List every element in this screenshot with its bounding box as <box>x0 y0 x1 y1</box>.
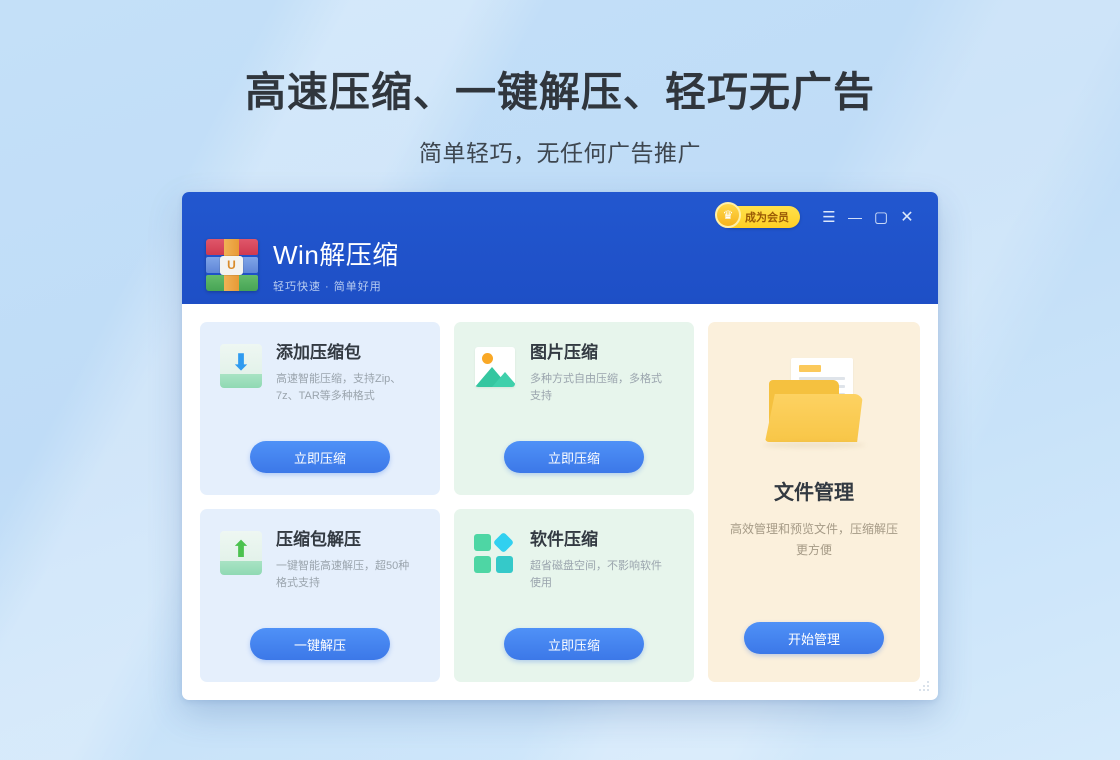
card-title: 添加压缩包 <box>276 343 361 362</box>
page-subtitle: 简单轻巧，无任何广告推广 <box>419 140 701 166</box>
minimize-icon[interactable]: — <box>842 204 868 230</box>
tiles-icon <box>474 531 516 577</box>
panel-description: 高效管理和预览文件，压缩解压更方便 <box>730 522 899 557</box>
close-icon[interactable]: ✕ <box>894 204 920 230</box>
card-title: 图片压缩 <box>530 343 598 362</box>
maximize-icon[interactable]: ▢ <box>868 204 894 230</box>
start-manage-button[interactable]: 开始管理 <box>744 622 884 654</box>
brand: U Win解压缩 轻巧快速 · 简单好用 <box>206 235 399 294</box>
page-title: 高速压缩、一键解压、轻巧无广告 <box>245 69 875 115</box>
archive-download-icon: ⬇ <box>220 344 262 390</box>
compress-now-button[interactable]: 立即压缩 <box>504 628 644 660</box>
titlebar-controls: ♛ 成为会员 ☰ — ▢ ✕ <box>715 202 920 230</box>
file-manager-panel[interactable]: 文件管理 高效管理和预览文件，压缩解压更方便 开始管理 <box>708 322 920 682</box>
app-window: U Win解压缩 轻巧快速 · 简单好用 ♛ 成为会员 ☰ — ▢ ✕ ⬇ 添加… <box>182 192 938 700</box>
resize-grip-icon[interactable] <box>918 681 930 693</box>
card-add-archive[interactable]: ⬇ 添加压缩包 高速智能压缩，支持Zip、7z、TAR等多种格式 立即压缩 <box>200 322 440 495</box>
crown-icon: ♛ <box>715 202 741 228</box>
brand-subtitle: 轻巧快速 · 简单好用 <box>273 281 382 293</box>
archive-upload-icon: ⬆ <box>220 531 262 577</box>
card-description: 多种方式自由压缩，多格式支持 <box>530 372 662 402</box>
card-image-compress[interactable]: 图片压缩 多种方式自由压缩，多格式支持 立即压缩 <box>454 322 694 495</box>
card-extract-archive[interactable]: ⬆ 压缩包解压 一键智能高速解压，超50种格式支持 一键解压 <box>200 509 440 682</box>
hero-section: 高速压缩、一键解压、轻巧无广告 简单轻巧，无任何广告推广 <box>0 0 1120 168</box>
window-titlebar: U Win解压缩 轻巧快速 · 简单好用 ♛ 成为会员 ☰ — ▢ ✕ <box>182 192 938 304</box>
brand-title: Win解压缩 <box>273 240 399 270</box>
become-member-button[interactable]: ♛ 成为会员 <box>715 202 800 228</box>
card-description: 超省磁盘空间，不影响软件使用 <box>530 559 662 589</box>
card-description: 一键智能高速解压，超50种格式支持 <box>276 559 410 589</box>
folder-document-icon <box>761 358 867 450</box>
card-title: 压缩包解压 <box>276 530 361 549</box>
compress-now-button[interactable]: 立即压缩 <box>504 441 644 473</box>
buckle: U <box>220 255 243 275</box>
card-description: 高速智能压缩，支持Zip、7z、TAR等多种格式 <box>276 372 402 402</box>
compress-now-button[interactable]: 立即压缩 <box>250 441 390 473</box>
panel-title: 文件管理 <box>774 482 854 504</box>
card-software-compress[interactable]: 软件压缩 超省磁盘空间，不影响软件使用 立即压缩 <box>454 509 694 682</box>
winrar-books-icon: U <box>206 238 258 291</box>
one-click-extract-button[interactable]: 一键解压 <box>250 628 390 660</box>
card-title: 软件压缩 <box>530 530 598 549</box>
window-content: ⬇ 添加压缩包 高速智能压缩，支持Zip、7z、TAR等多种格式 立即压缩 图片… <box>182 304 938 700</box>
become-member-label: 成为会员 <box>745 212 789 224</box>
feature-card-grid: ⬇ 添加压缩包 高速智能压缩，支持Zip、7z、TAR等多种格式 立即压缩 图片… <box>200 322 694 682</box>
image-icon <box>474 344 516 390</box>
menu-icon[interactable]: ☰ <box>816 204 842 230</box>
